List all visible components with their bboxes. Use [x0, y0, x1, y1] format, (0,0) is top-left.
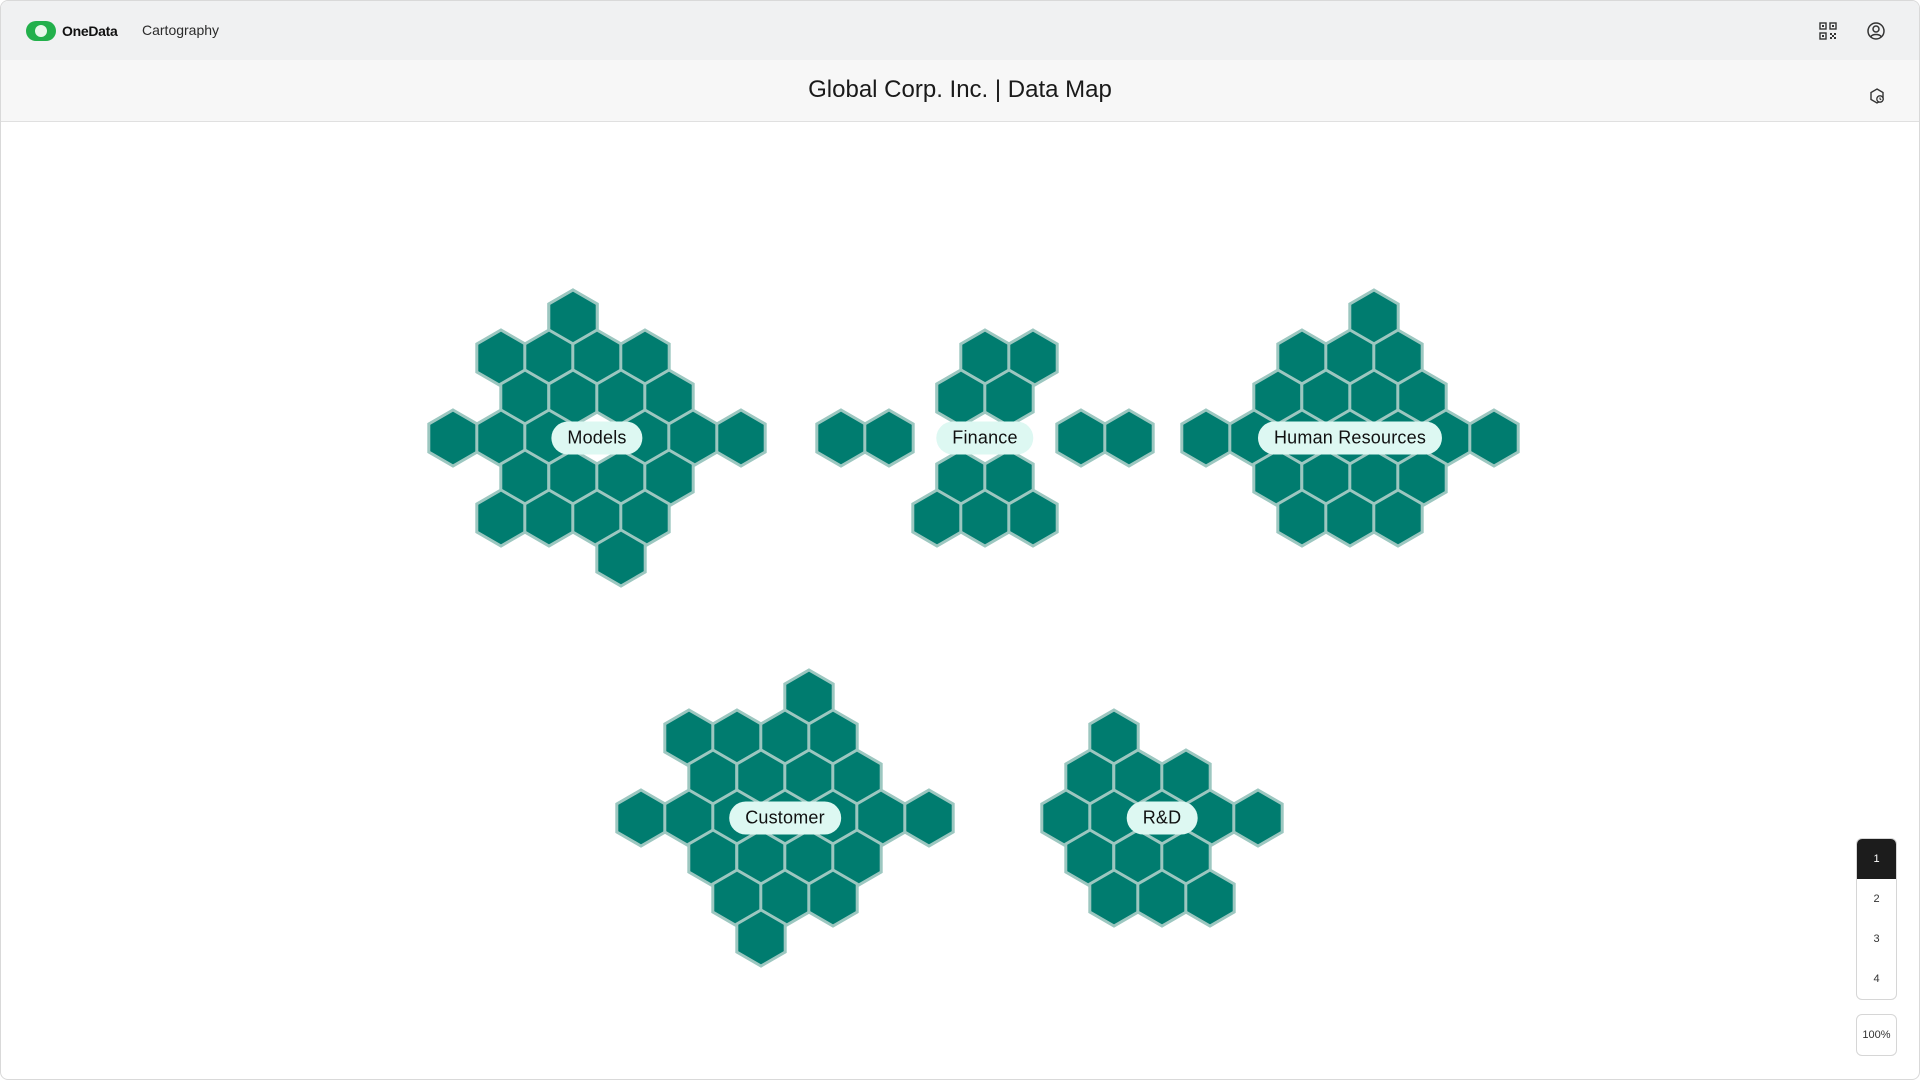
data-hex[interactable] [1007, 488, 1059, 548]
page-selector: 1 2 3 4 [1856, 838, 1897, 1000]
data-hex[interactable] [983, 368, 1035, 428]
data-hex[interactable] [595, 528, 647, 588]
title-bar: Global Corp. Inc. | Data Map [1, 60, 1919, 122]
data-hex[interactable] [1468, 408, 1520, 468]
data-hex[interactable] [615, 788, 667, 848]
data-hex[interactable] [735, 908, 787, 968]
data-hex[interactable] [427, 408, 479, 468]
data-hex[interactable] [959, 488, 1011, 548]
data-hex[interactable] [1088, 868, 1140, 928]
app-name[interactable]: Cartography [142, 22, 219, 38]
cluster-label-human-resources[interactable]: Human Resources [1257, 421, 1443, 455]
data-hex[interactable] [1103, 408, 1155, 468]
data-hex[interactable] [1184, 868, 1236, 928]
data-map-canvas[interactable]: Models Finance Human Resources Customer … [1, 121, 1919, 1079]
page-button-2[interactable]: 2 [1857, 879, 1896, 919]
data-hex[interactable] [1324, 488, 1376, 548]
zoom-level[interactable]: 100% [1856, 1014, 1897, 1056]
top-bar: OneData Cartography [1, 1, 1919, 60]
hex-map [427, 288, 1520, 968]
account-icon[interactable] [1865, 20, 1887, 42]
page-button-4[interactable]: 4 [1857, 959, 1896, 999]
data-hex[interactable] [1180, 408, 1232, 468]
data-hex[interactable] [863, 408, 915, 468]
data-hex[interactable] [1276, 488, 1328, 548]
cluster-label-customer[interactable]: Customer [729, 801, 841, 835]
cluster-label-rnd[interactable]: R&D [1126, 801, 1198, 835]
qr-code-icon[interactable] [1817, 20, 1839, 42]
cluster-label-finance[interactable]: Finance [936, 421, 1034, 455]
data-hex[interactable] [1372, 488, 1424, 548]
data-hex[interactable] [807, 868, 859, 928]
data-hex[interactable] [1055, 408, 1107, 468]
data-hex[interactable] [523, 488, 575, 548]
data-hex[interactable] [903, 788, 955, 848]
page-title: Global Corp. Inc. | Data Map [808, 76, 1112, 103]
data-hex[interactable] [715, 408, 767, 468]
onedata-logo[interactable]: OneData [26, 21, 118, 41]
data-hex[interactable] [475, 488, 527, 548]
hex-cluster-2[interactable] [1180, 288, 1520, 548]
settings-icon[interactable] [1867, 86, 1887, 106]
data-hex[interactable] [911, 488, 963, 548]
data-hex[interactable] [1232, 788, 1284, 848]
page-button-1[interactable]: 1 [1857, 839, 1896, 879]
logo-text: OneData [62, 23, 118, 39]
data-hex[interactable] [1136, 868, 1188, 928]
cluster-label-models[interactable]: Models [551, 421, 643, 455]
app-window: OneData Cartography Global Corp. Inc. | … [0, 0, 1920, 1080]
logo-mark-icon [26, 21, 56, 41]
data-hex[interactable] [935, 368, 987, 428]
page-button-3[interactable]: 3 [1857, 919, 1896, 959]
data-hex[interactable] [815, 408, 867, 468]
